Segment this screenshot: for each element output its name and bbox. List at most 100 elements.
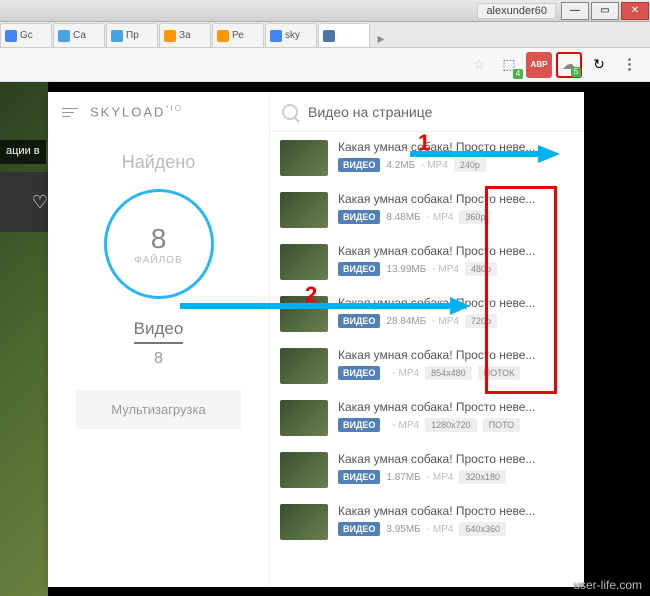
tab-1[interactable]: Са (53, 23, 105, 47)
file-size: 8.48МБ (386, 212, 420, 223)
vk-badge: ВИДЕО (338, 158, 380, 172)
tab-5[interactable]: sky (265, 23, 317, 47)
list-item[interactable]: Какая умная собака! Просто неве... ВИДЕО… (270, 444, 584, 496)
res-badge: 360p (459, 210, 491, 224)
res-badge: ПОТО (483, 418, 521, 432)
video-title: Какая умная собака! Просто неве... (338, 504, 574, 518)
menu-icon[interactable] (616, 52, 642, 78)
video-title: Какая умная собака! Просто неве... (338, 140, 574, 154)
res-badge: 480p (465, 262, 497, 276)
file-size: 3.95МБ (386, 524, 420, 535)
bookmark-icon[interactable]: ☆ (466, 52, 492, 78)
video-thumbnail (280, 348, 328, 384)
video-thumbnail (280, 192, 328, 228)
video-thumbnail (280, 452, 328, 488)
window-titlebar: alexunder60 — ▭ ✕ (0, 0, 650, 22)
found-label: Найдено (62, 152, 255, 173)
file-size: 1.87МБ (386, 472, 420, 483)
vk-badge: ВИДЕО (338, 470, 380, 484)
heart-icon: ♡ (32, 192, 48, 213)
annotation-number-2: 2 (305, 282, 317, 308)
vk-badge: ВИДЕО (338, 366, 380, 380)
favicon-icon (111, 30, 123, 42)
popup-search-header: Видео на странице (270, 92, 584, 132)
favicon-icon (164, 30, 176, 42)
favicon-icon (323, 30, 335, 42)
video-thumbnail (280, 504, 328, 540)
filter-icon[interactable] (62, 108, 78, 117)
video-title: Какая умная собака! Просто неве... (338, 296, 574, 310)
file-format: - MP4 (432, 264, 459, 275)
skyload-extension-icon[interactable]: ☁5 (556, 52, 582, 78)
extension-icon[interactable]: ⬚4 (496, 52, 522, 78)
vk-badge: ВИДЕО (338, 262, 380, 276)
video-count: 8 (62, 350, 255, 368)
tab-2[interactable]: Пр (106, 23, 158, 47)
minimize-button[interactable]: — (561, 2, 589, 20)
search-icon[interactable] (282, 104, 298, 120)
tab-3[interactable]: За (159, 23, 211, 47)
video-thumbnail (280, 400, 328, 436)
maximize-button[interactable]: ▭ (591, 2, 619, 20)
close-button[interactable]: ✕ (621, 2, 649, 20)
res-badge: 1280x720 (425, 418, 477, 432)
tab-0[interactable]: Gc (0, 23, 52, 47)
res-badge: 854x480 (425, 366, 472, 380)
file-size: 13.99МБ (386, 264, 426, 275)
popup-header: SKYLOAD*IO (48, 92, 269, 132)
new-tab-button[interactable]: ▸ (371, 30, 391, 47)
popup-summary: Найдено 8 ФАЙЛОВ Видео 8 Мультизагрузка (48, 132, 269, 587)
browser-tabs: Gc Са Пр За Ре sky ▸ (0, 22, 650, 48)
file-format: - MP4 (427, 212, 454, 223)
res-badge: ПОТОК (478, 366, 521, 380)
list-item[interactable]: Какая умная собака! Просто неве... ВИДЕО… (270, 184, 584, 236)
file-size: 28.84МБ (386, 316, 426, 327)
sync-icon[interactable]: ↻ (586, 52, 612, 78)
file-format: - MP4 (432, 316, 459, 327)
abp-icon[interactable]: ABP (526, 52, 552, 78)
vk-badge: ВИДЕО (338, 314, 380, 328)
skyload-popup: SKYLOAD*IO Найдено 8 ФАЙЛОВ Видео 8 Муль… (48, 92, 584, 587)
video-thumbnail (280, 296, 328, 332)
tab-6[interactable] (318, 23, 370, 47)
video-title: Какая умная собака! Просто неве... (338, 348, 574, 362)
window-user: alexunder60 (477, 3, 556, 19)
brand-label: SKYLOAD*IO (90, 104, 183, 119)
page-content: ации в ♡ SKYLOAD*IO Найдено 8 ФАЙЛОВ Вид… (0, 82, 650, 596)
tab-4[interactable]: Ре (212, 23, 264, 47)
multiload-button[interactable]: Мультизагрузка (76, 390, 241, 429)
file-size: 4.2МБ (386, 160, 415, 171)
res-badge: 240p (454, 158, 486, 172)
video-thumbnail (280, 244, 328, 280)
background-text: ации в (0, 140, 46, 164)
favicon-icon (5, 30, 17, 42)
video-title: Какая умная собака! Просто неве... (338, 244, 574, 258)
annotation-number-1: 1 (418, 130, 430, 156)
video-thumbnail (280, 140, 328, 176)
file-count-label: ФАЙЛОВ (134, 255, 182, 266)
browser-toolbar: ☆ ⬚4 ABP ☁5 ↻ (0, 48, 650, 82)
file-format: - MP4 (392, 368, 419, 379)
popup-right-panel: Видео на странице Какая умная собака! Пр… (270, 92, 584, 587)
res-badge: 320x180 (459, 470, 506, 484)
video-title: Какая умная собака! Просто неве... (338, 452, 574, 466)
search-title: Видео на странице (308, 104, 432, 120)
list-item[interactable]: Какая умная собака! Просто неве... ВИДЕО… (270, 340, 584, 392)
res-badge: 720p (465, 314, 497, 328)
vk-badge: ВИДЕО (338, 522, 380, 536)
list-item[interactable]: Какая умная собака! Просто неве... ВИДЕО… (270, 496, 584, 548)
popup-left-panel: SKYLOAD*IO Найдено 8 ФАЙЛОВ Видео 8 Муль… (48, 92, 270, 587)
file-format: - MP4 (427, 524, 454, 535)
list-item[interactable]: Какая умная собака! Просто неве... ВИДЕО… (270, 236, 584, 288)
video-title: Какая умная собака! Просто неве... (338, 400, 574, 414)
video-title: Какая умная собака! Просто неве... (338, 192, 574, 206)
count-circle: 8 ФАЙЛОВ (104, 189, 214, 299)
file-format: - MP4 (421, 160, 448, 171)
list-item[interactable]: Какая умная собака! Просто неве... ВИДЕО… (270, 392, 584, 444)
res-badge: 640x360 (459, 522, 506, 536)
watermark: user-life.com (573, 578, 642, 592)
vk-badge: ВИДЕО (338, 210, 380, 224)
file-format: - MP4 (427, 472, 454, 483)
video-tab[interactable]: Видео (134, 319, 184, 344)
video-list: Какая умная собака! Просто неве... ВИДЕО… (270, 132, 584, 587)
